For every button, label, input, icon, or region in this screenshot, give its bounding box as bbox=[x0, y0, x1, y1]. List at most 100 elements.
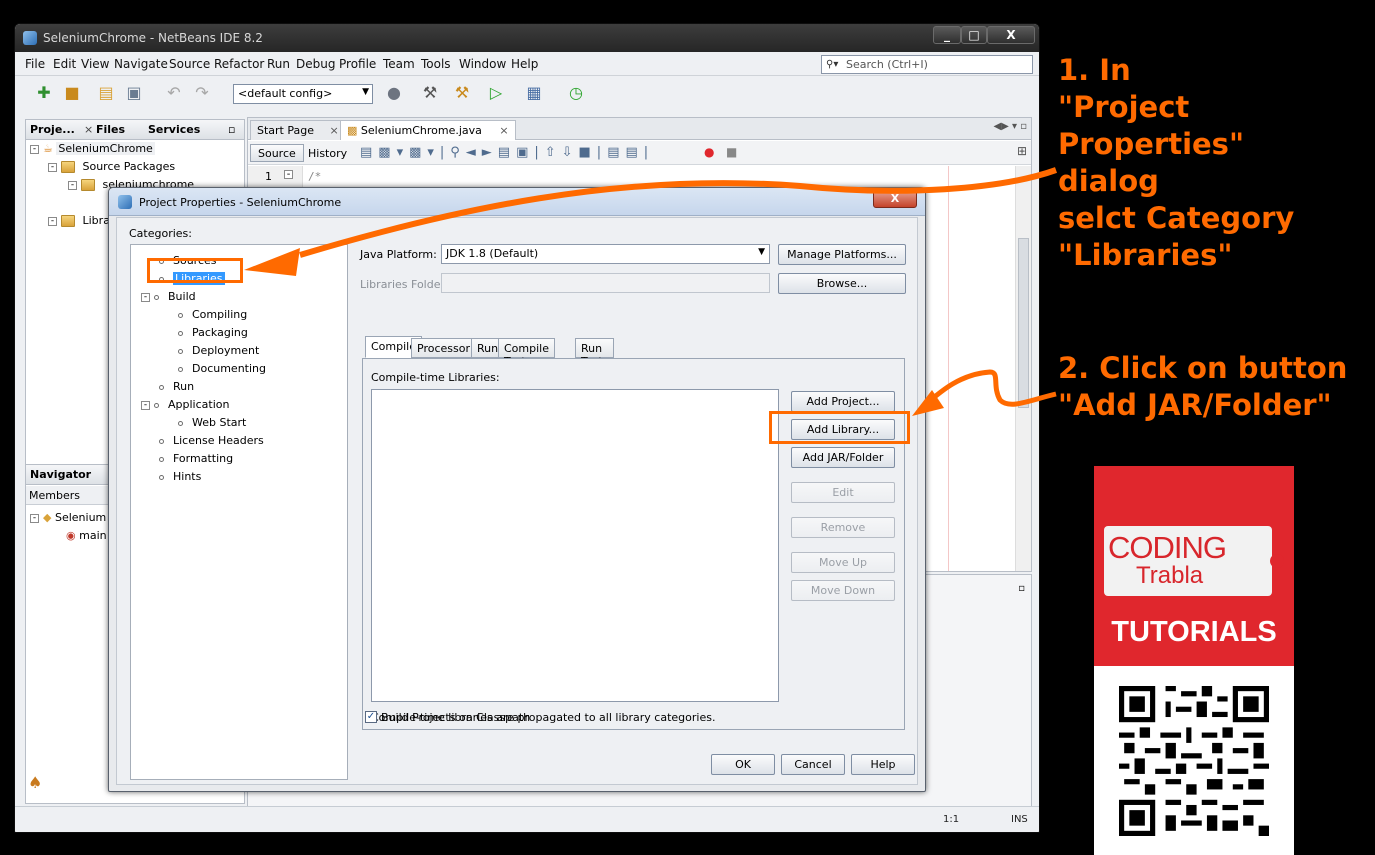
menu-team[interactable]: Team bbox=[383, 57, 415, 71]
category-deployment[interactable]: Deployment bbox=[178, 344, 259, 357]
split-icon[interactable]: ⊞ bbox=[1017, 144, 1027, 158]
category-hints[interactable]: Hints bbox=[159, 470, 201, 483]
manage-platforms-button[interactable]: Manage Platforms... bbox=[778, 244, 906, 265]
tab-services[interactable]: Services bbox=[148, 123, 200, 136]
tab-processor[interactable]: Processor bbox=[411, 338, 476, 358]
add-project-button[interactable]: Add Project... bbox=[791, 391, 895, 412]
menu-refactor[interactable]: Refactor bbox=[214, 57, 264, 71]
cancel-button[interactable]: Cancel bbox=[781, 754, 845, 775]
menu-file[interactable]: File bbox=[25, 57, 45, 71]
category-packaging[interactable]: Packaging bbox=[178, 326, 248, 339]
tab-run-tests[interactable]: Run Tests bbox=[575, 338, 615, 368]
new-file-icon[interactable]: ✚ bbox=[33, 82, 55, 104]
menu-tools[interactable]: Tools bbox=[421, 57, 451, 71]
build-on-classpath-checkbox[interactable]: ✓ bbox=[365, 711, 377, 723]
remove-button[interactable]: Remove bbox=[791, 517, 895, 538]
globe-icon[interactable]: ● bbox=[383, 82, 405, 104]
open-project-icon[interactable]: ▤ bbox=[95, 82, 117, 104]
category-web-start[interactable]: Web Start bbox=[178, 416, 246, 429]
nav-method[interactable]: ◉ main bbox=[66, 529, 107, 542]
minimize-panel-icon[interactable]: ▫ bbox=[1018, 583, 1025, 594]
record-macro-icon[interactable]: ● bbox=[704, 145, 714, 159]
category-run[interactable]: Run bbox=[159, 380, 194, 393]
scroll-thumb[interactable] bbox=[1018, 238, 1029, 408]
category-compiling[interactable]: Compiling bbox=[178, 308, 247, 321]
tab-files[interactable]: Files bbox=[96, 123, 125, 136]
project-name: SeleniumChrome bbox=[56, 142, 155, 155]
editor-tool-icons[interactable]: ▤▩▾▩▾|⚲◄►▤▣|⇧⇩■|▤▤| bbox=[360, 145, 654, 160]
source-button[interactable]: Source bbox=[250, 144, 304, 162]
ok-button[interactable]: OK bbox=[711, 754, 775, 775]
close-window-button[interactable]: X bbox=[987, 26, 1035, 44]
category-formatting[interactable]: Formatting bbox=[159, 452, 233, 465]
node-icon bbox=[154, 294, 159, 300]
move-down-button[interactable]: Move Down bbox=[791, 580, 895, 601]
save-all-icon[interactable]: ▣ bbox=[123, 82, 145, 104]
margin-guide bbox=[948, 166, 949, 571]
fold-icon[interactable]: - bbox=[284, 170, 293, 180]
add-jar-folder-button[interactable]: Add JAR/Folder bbox=[791, 447, 895, 468]
add-jar-highlight bbox=[769, 411, 910, 444]
java-platform-select[interactable]: JDK 1.8 (Default) ▼ bbox=[441, 244, 770, 264]
menu-window[interactable]: Window bbox=[459, 57, 506, 71]
close-icon[interactable]: × bbox=[84, 123, 93, 136]
tab-projects[interactable]: Proje... bbox=[30, 123, 75, 136]
debug-icon[interactable]: ▦ bbox=[523, 82, 545, 104]
menu-debug[interactable]: Debug bbox=[296, 57, 335, 71]
close-button[interactable]: X bbox=[873, 190, 917, 208]
edit-button[interactable]: Edit bbox=[791, 482, 895, 503]
redo-icon[interactable]: ↷ bbox=[191, 82, 213, 104]
build-hammer-icon[interactable]: ⚒ bbox=[419, 82, 441, 104]
category-documenting[interactable]: Documenting bbox=[178, 362, 266, 375]
tree-libraries[interactable]: - Libra bbox=[48, 214, 110, 227]
clean-build-icon[interactable]: ⚒ bbox=[451, 82, 473, 104]
compile-libraries-list[interactable] bbox=[371, 389, 779, 702]
collapse-icon: - bbox=[141, 400, 150, 410]
editor-scrollbar[interactable] bbox=[1015, 166, 1031, 571]
source-packages-label: Source Packages bbox=[82, 160, 176, 173]
minimize-panel-icon[interactable]: ▫ bbox=[228, 123, 235, 136]
undo-icon[interactable]: ↶ bbox=[163, 82, 185, 104]
collapse-icon: - bbox=[48, 162, 57, 172]
tab-compile-tests[interactable]: Compile Tests bbox=[498, 338, 555, 368]
category-application[interactable]: - Application bbox=[141, 398, 229, 411]
menu-edit[interactable]: Edit bbox=[53, 57, 76, 71]
minimize-button[interactable]: _ bbox=[933, 26, 961, 44]
nav-class[interactable]: - ◆ Selenium bbox=[30, 511, 106, 524]
close-icon[interactable]: × bbox=[330, 124, 339, 137]
menu-help[interactable]: Help bbox=[511, 57, 538, 71]
close-icon[interactable]: × bbox=[499, 124, 508, 137]
menu-profile[interactable]: Profile bbox=[339, 57, 376, 71]
tree-source-packages[interactable]: - Source Packages bbox=[48, 160, 175, 173]
menu-view[interactable]: View bbox=[81, 57, 109, 71]
search-input[interactable]: ⚲▾ Search (Ctrl+I) bbox=[821, 55, 1033, 74]
menu-source[interactable]: Source bbox=[169, 57, 210, 71]
menu-run[interactable]: Run bbox=[267, 57, 290, 71]
category-label: Web Start bbox=[192, 416, 247, 429]
build-on-classpath-label: Build Projects on Classpath bbox=[381, 711, 531, 724]
tab-java-file[interactable]: ▩ SeleniumChrome.java × bbox=[340, 120, 516, 140]
menu-navigate[interactable]: Navigate bbox=[114, 57, 168, 71]
category-build[interactable]: - Build bbox=[141, 290, 196, 303]
new-project-icon[interactable]: ■ bbox=[61, 82, 83, 104]
filter-icon[interactable]: ♠ bbox=[28, 773, 42, 792]
maximize-button[interactable]: □ bbox=[961, 26, 987, 44]
profile-icon[interactable]: ◷ bbox=[565, 82, 587, 104]
tree-project[interactable]: - ☕ SeleniumChrome bbox=[30, 142, 155, 155]
libraries-highlight bbox=[147, 258, 243, 283]
node-icon bbox=[154, 402, 159, 408]
tab-start-page[interactable]: Start Page × bbox=[250, 120, 346, 140]
help-button[interactable]: Help bbox=[851, 754, 915, 775]
category-license-headers[interactable]: License Headers bbox=[159, 434, 264, 447]
node-icon bbox=[159, 438, 164, 444]
tab-nav-icons[interactable]: ◀▶ ▾ ▫ bbox=[993, 121, 1027, 132]
libraries-folder-field[interactable] bbox=[441, 273, 770, 293]
run-icon[interactable]: ▷ bbox=[485, 82, 507, 104]
tab-navigator[interactable]: Navigator bbox=[30, 468, 91, 481]
history-button[interactable]: History bbox=[300, 144, 355, 162]
stop-macro-icon[interactable]: ■ bbox=[726, 145, 737, 159]
browse-button[interactable]: Browse... bbox=[778, 273, 906, 294]
move-up-button[interactable]: Move Up bbox=[791, 552, 895, 573]
node-icon bbox=[178, 420, 183, 426]
config-select[interactable]: <default config> ▼ bbox=[233, 84, 373, 104]
